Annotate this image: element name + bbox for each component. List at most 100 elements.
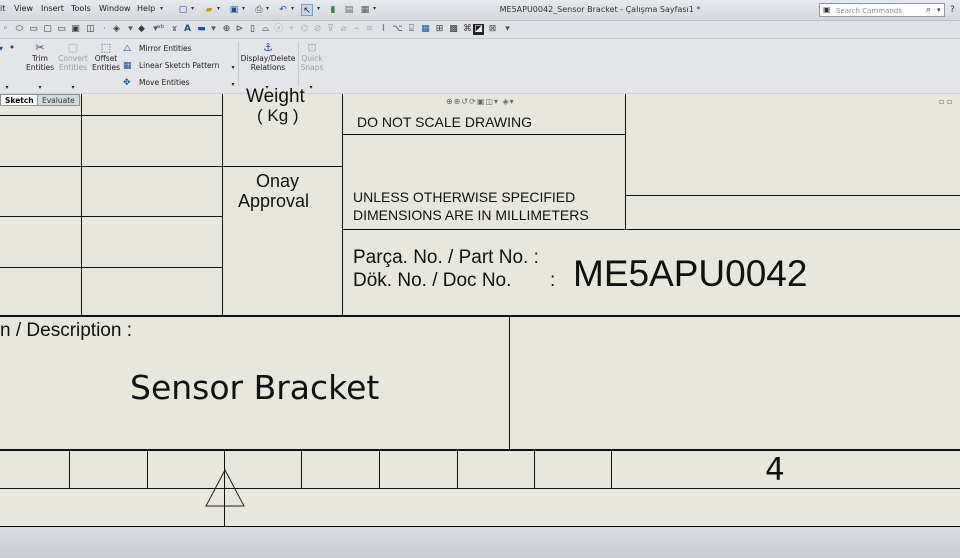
auto-balloon-icon[interactable]: ⌀ [338,24,349,35]
menu-window[interactable]: Window [99,4,131,13]
block-icon[interactable]: ⌺ [406,24,417,35]
revision-icon[interactable]: ⊞ [434,24,445,35]
sketch-more-icon[interactable]: ▾ [0,43,6,55]
hole-table-icon[interactable]: ⌘ [462,24,473,35]
hole-callout-icon[interactable]: ⓐ [273,24,284,35]
spell-check-icon[interactable]: ᵃᵇ [155,24,166,35]
circle-icon[interactable]: ◦ [0,24,11,35]
save-icon[interactable]: ▣ [228,4,240,16]
pattern-dropdown-icon[interactable]: ▾ [228,62,238,72]
hide-show-icon[interactable]: ◫ [485,97,494,106]
datum-target-icon[interactable]: ⊘ [312,24,323,35]
weld-symbol-icon[interactable]: ⌓ [260,24,271,35]
model-items-icon[interactable]: ◆ [136,24,147,35]
quick-snaps-button[interactable]: ⊡ Quick Snaps [298,42,326,72]
magnetic-line-icon[interactable]: ⌁ [351,24,362,35]
undo-dropdown-icon[interactable]: ▾ [291,5,294,12]
convert-label-line2: Entities [58,63,88,72]
datum-icon[interactable]: ⊳ [234,24,245,35]
dropdown-icon[interactable]: ▾ [2,82,12,92]
tab-sketch[interactable]: Sketch [0,94,39,106]
center-mark-icon[interactable]: ⊕ [221,24,232,35]
hatch-icon[interactable]: ▩ [448,24,459,35]
search-dropdown-icon[interactable]: ▾ [937,5,941,15]
description-value: Sensor Bracket [130,368,380,407]
datum-feature-icon[interactable]: ⌬ [299,24,310,35]
rotate-icon[interactable]: ⟳ [469,97,477,106]
restore-icon[interactable]: ▫ [939,97,944,106]
cosmetic-thread-icon[interactable]: ≋ [364,24,375,35]
geometric-tolerance-icon[interactable]: ⌖ [286,24,297,35]
window-controls[interactable]: ▫ ▫ [939,97,952,106]
table-icon[interactable]: ▦ [420,24,431,35]
line-icon[interactable]: ⌇ [378,24,389,35]
help-dropdown-icon[interactable]: ▾ [160,5,163,12]
dropdown-icon[interactable]: ▾ [125,24,136,35]
new-dropdown-icon[interactable]: ▾ [191,5,194,12]
linear-sketch-pattern-button[interactable]: ▦ Linear Sketch Pattern [123,61,219,71]
menu-edit[interactable]: it [0,4,5,13]
print-dropdown-icon[interactable]: ▾ [266,5,269,12]
insert-picture-icon[interactable]: ⊠ [487,24,498,35]
view-settings-icon[interactable]: ◈ [503,97,510,106]
open-folder-icon[interactable]: ▰ [203,4,215,16]
drawing-sheet[interactable] [0,94,960,530]
linear-note-icon[interactable]: ▬ [196,24,207,35]
move-entities-button[interactable]: ✥ Move Entities [123,78,190,88]
window-icon[interactable]: ▭ [56,24,67,35]
rectangle-icon[interactable]: ▭ [28,24,39,35]
menu-view[interactable]: View [14,4,33,13]
tab-evaluate[interactable]: Evaluate [37,94,80,106]
dropdown-icon[interactable]: ▾ [208,24,219,35]
new-document-icon[interactable]: ▢ [177,4,189,16]
convert-entities-button[interactable]: ▢ Convert Entities [57,42,89,72]
separator-icon: · [103,24,106,34]
open-dropdown-icon[interactable]: ▾ [217,5,220,12]
rebuild-icon[interactable]: ▮ [327,4,339,16]
heads-up-view-toolbar[interactable]: ⊕⊕↺⟳▣◫▾ ◈▾ [446,97,515,106]
trim-label-line1: Trim [32,54,48,63]
offset-entities-button[interactable]: ⬚ Offset Entities [91,42,121,72]
mirror-entities-button[interactable]: ⧍ Mirror Entities [123,44,192,54]
format-painter-icon[interactable]: ɤ [169,24,180,35]
options-dropdown-icon[interactable]: ▾ [373,5,376,12]
smart-dimension-icon[interactable]: ◈ [111,24,122,35]
save-dropdown-icon[interactable]: ▾ [242,5,245,12]
search-input[interactable] [836,5,926,16]
pattern-label: Linear Sketch Pattern [139,61,220,70]
trim-dropdown-icon[interactable]: ▾ [35,82,45,92]
display-delete-relations-button[interactable]: ⚓ Display/Delete Relations [240,42,296,72]
view-icon[interactable]: ▣ [70,24,81,35]
select-cursor-icon[interactable]: ↖ [301,4,313,16]
select-dropdown-icon[interactable]: ▾ [317,5,320,12]
undo-icon[interactable]: ↶ [277,4,289,16]
maximize-icon[interactable]: ▫ [947,97,952,106]
menu-insert[interactable]: Insert [41,4,64,13]
search-icon[interactable]: ⌕ [926,5,931,15]
menu-tools[interactable]: Tools [71,4,91,13]
spline-icon[interactable]: ⌥ [392,24,403,35]
search-box[interactable]: ▣ ⌕ ▾ [819,3,945,17]
menu-help[interactable]: Help [137,4,155,13]
snaps-dropdown-icon[interactable]: ▾ [306,82,316,92]
help-question-icon[interactable]: ? [950,5,955,15]
dropdown-icon[interactable]: ▾ [502,24,513,35]
zoom-to-fit-icon[interactable]: ⊕ [446,97,454,106]
note-icon[interactable]: A [182,24,193,35]
layer-icon[interactable]: ◫ [85,24,96,35]
ellipse-icon[interactable]: ⬭ [14,24,25,35]
trim-entities-button[interactable]: ✂ Trim Entities [24,42,56,72]
search-type-icon[interactable]: ▣ [823,5,831,15]
print-icon[interactable]: ⎙ [253,4,265,16]
grid-line [611,450,612,488]
move-dropdown-icon[interactable]: ▾ [228,79,238,89]
previous-view-icon[interactable]: ↺ [461,97,469,106]
balloon-icon[interactable]: ⊽ [325,24,336,35]
convert-dropdown-icon[interactable]: ▾ [68,82,78,92]
surface-finish-icon[interactable]: ▯ [247,24,258,35]
file-properties-icon[interactable]: ▤ [343,4,355,16]
sketch-toolbar: ◦ ⬭ ▭ ▢ ▭ ▣ ◫ · ◈ ▾ ◆ ▾ ᵃᵇ ɤ A ▬ ▾ ⊕ ⊳ ▯… [0,21,960,39]
black-square-icon[interactable]: ◪ [473,24,484,35]
options-icon[interactable]: ▦ [359,4,371,16]
box-icon[interactable]: ▢ [42,24,53,35]
